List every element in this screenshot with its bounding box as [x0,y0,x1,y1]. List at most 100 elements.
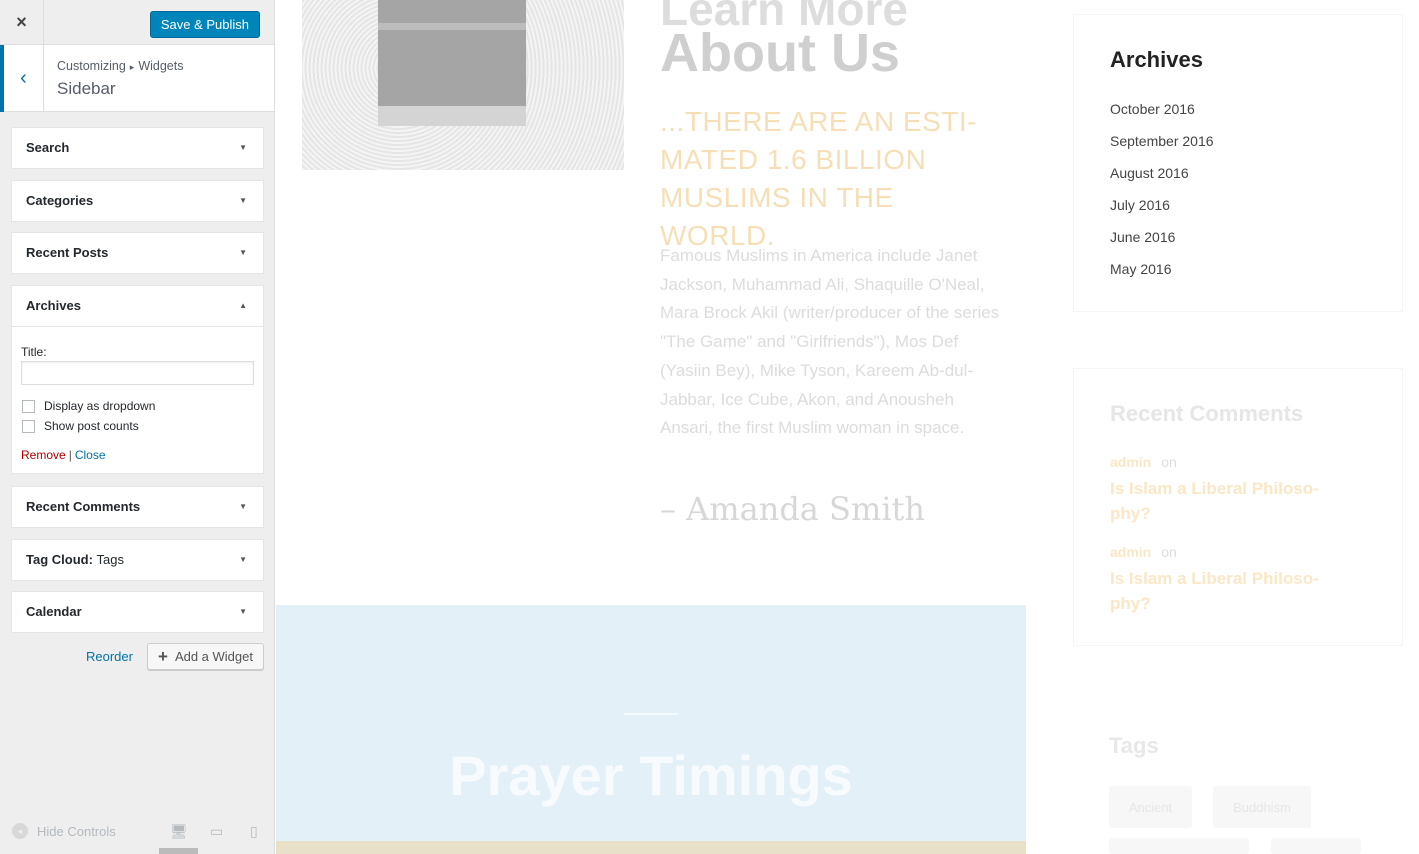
comment-meta: admin on [1110,454,1177,470]
archive-link[interactable]: August 2016 [1110,165,1189,181]
comment-post-link[interactable]: Is Islam a Liberal Philoso-phy? [1110,476,1350,526]
signature: – Amanda Smith [660,490,926,528]
about-subheading: ...THERE ARE AN ESTI-MATED 1.6 BILLION M… [660,106,978,251]
section-header: ‹ Customizing ▸ Widgets Sidebar [0,45,274,112]
desktop-preview-icon[interactable]: 🖥 [170,823,188,840]
widget-categories[interactable]: Categories ▼ [11,180,264,222]
save-publish-button[interactable]: Save & Publish [149,11,260,38]
widget-title-bar[interactable]: Tag Cloud: Tags ▼ [12,540,263,580]
title-input[interactable] [21,361,254,385]
chevron-down-icon[interactable]: ▼ [239,233,247,273]
widget-recent-posts[interactable]: Recent Posts ▼ [11,232,264,274]
prayer-divider [624,713,678,715]
widget-title: Recent Comments [26,499,141,514]
link-separator: | [68,448,72,462]
chevron-left-icon: ‹ [20,67,27,89]
prayer-title: Prayer Timings [449,744,853,807]
post-counts-option[interactable]: Show post counts [21,419,254,433]
close-link[interactable]: Close [75,448,106,462]
recent-comments-title: Recent Comments [1110,401,1304,426]
display-dropdown-label: Display as dropdown [44,399,156,413]
kaaba-image [302,0,624,170]
dropdown-option[interactable]: Display as dropdown [21,399,254,413]
archive-link[interactable]: July 2016 [1110,197,1170,213]
site-preview: Learn More About Us ...THERE ARE AN ESTI… [276,0,1419,854]
remove-link[interactable]: Remove [21,448,66,462]
comment-on: on [1161,454,1177,470]
customizer-header: × Save & Publish [0,0,274,45]
widget-title-bar[interactable]: Archives ▲ [12,286,263,326]
hide-controls-label: Hide Controls [37,823,116,839]
comment-author[interactable]: admin [1110,454,1151,470]
comment-meta: admin on [1110,544,1177,560]
prayer-image-strip [276,841,1026,854]
mobile-preview-icon[interactable]: ▯ [250,823,258,840]
chevron-down-icon[interactable]: ▼ [239,128,247,168]
widget-title: Tag Cloud: [26,552,93,567]
post-counts-checkbox[interactable] [22,419,35,433]
archive-link[interactable]: June 2016 [1110,229,1175,245]
about-headline: About Us [660,23,900,83]
widget-calendar[interactable]: Calendar ▼ [11,591,264,633]
widget-title: Categories [26,193,94,208]
breadcrumb-separator-icon: ▸ [129,62,135,72]
breadcrumb-child: Widgets [138,59,184,73]
tablet-preview-icon[interactable]: ▭ [210,823,223,840]
add-widget-label: Add a Widget [174,649,253,664]
widget-title-bar[interactable]: Calendar ▼ [12,592,263,632]
widget-tag-cloud[interactable]: Tag Cloud: Tags ▼ [11,539,264,581]
widget-title: Search [26,140,70,155]
widget-title-bar[interactable]: Recent Posts ▼ [12,233,263,273]
back-button[interactable]: ‹ [0,45,44,112]
archives-widget-preview: Archives October 2016 September 2016 Aug… [1073,14,1403,312]
comment-post-link[interactable]: Is Islam a Liberal Philoso-phy? [1110,566,1350,616]
title-label: Title: [21,345,47,359]
section-title: Sidebar [57,79,116,98]
close-customizer-button[interactable]: × [0,0,44,45]
chevron-down-icon[interactable]: ▼ [239,540,247,580]
add-widget-button[interactable]: + Add a Widget [147,643,264,670]
archive-link[interactable]: September 2016 [1110,133,1214,149]
archive-link[interactable]: October 2016 [1110,101,1195,117]
display-dropdown-checkbox[interactable] [22,399,35,413]
widget-form: Title: Display as dropdown Show post cou… [12,326,263,462]
breadcrumb-root: Customizing [57,59,126,73]
widget-title: Calendar [26,604,82,619]
active-device-indicator [159,848,198,854]
widget-actions: Remove | Close [21,448,254,462]
comment-on: on [1161,544,1177,560]
recent-comments-widget-preview: Recent Comments admin on Is Islam a Liber… [1073,368,1403,646]
tags-title: Tags [1109,733,1159,758]
chevron-down-icon[interactable]: ▼ [239,181,247,221]
image-overlay [302,0,624,170]
hide-controls-button[interactable]: ◂ Hide Controls [12,823,116,839]
archive-link[interactable]: May 2016 [1110,261,1171,277]
customizer-controls: × Save & Publish ‹ Customizing ▸ Widgets S… [0,0,275,854]
widget-title: Archives [26,298,81,313]
about-body: Famous Muslims in America include Janet … [660,246,1000,438]
customizer-footer: ◂ Hide Controls 🖥 ▭ ▯ [0,809,274,854]
widget-title-bar[interactable]: Categories ▼ [12,181,263,221]
post-counts-label: Show post counts [44,419,139,433]
tag-pill-partial[interactable] [1271,838,1361,854]
widget-title-bar[interactable]: Search ▼ [12,128,263,168]
prayer-timings-section: Prayer Timings [276,605,1026,854]
chevron-down-icon[interactable]: ▼ [239,592,247,632]
collapse-icon: ◂ [12,823,28,839]
widget-archives[interactable]: Archives ▲ Title: Display as dropdown Sh… [11,285,264,474]
chevron-up-icon[interactable]: ▲ [239,286,247,326]
plus-icon: + [158,646,168,666]
widget-search[interactable]: Search ▼ [11,127,264,169]
comment-author[interactable]: admin [1110,544,1151,560]
chevron-down-icon[interactable]: ▼ [239,487,247,527]
widget-title-bar[interactable]: Recent Comments ▼ [12,487,263,527]
breadcrumb: Customizing ▸ Widgets [57,59,183,73]
widget-subtitle: Tags [96,552,125,567]
widget-title: Recent Posts [26,245,109,260]
reorder-link[interactable]: Reorder [86,649,133,664]
tag-pill[interactable]: Ancient [1109,786,1192,828]
tag-pill-partial[interactable] [1109,838,1249,854]
archives-title: Archives [1110,47,1203,72]
tag-pill[interactable]: Buddhism [1213,786,1311,828]
widget-recent-comments[interactable]: Recent Comments ▼ [11,486,264,528]
